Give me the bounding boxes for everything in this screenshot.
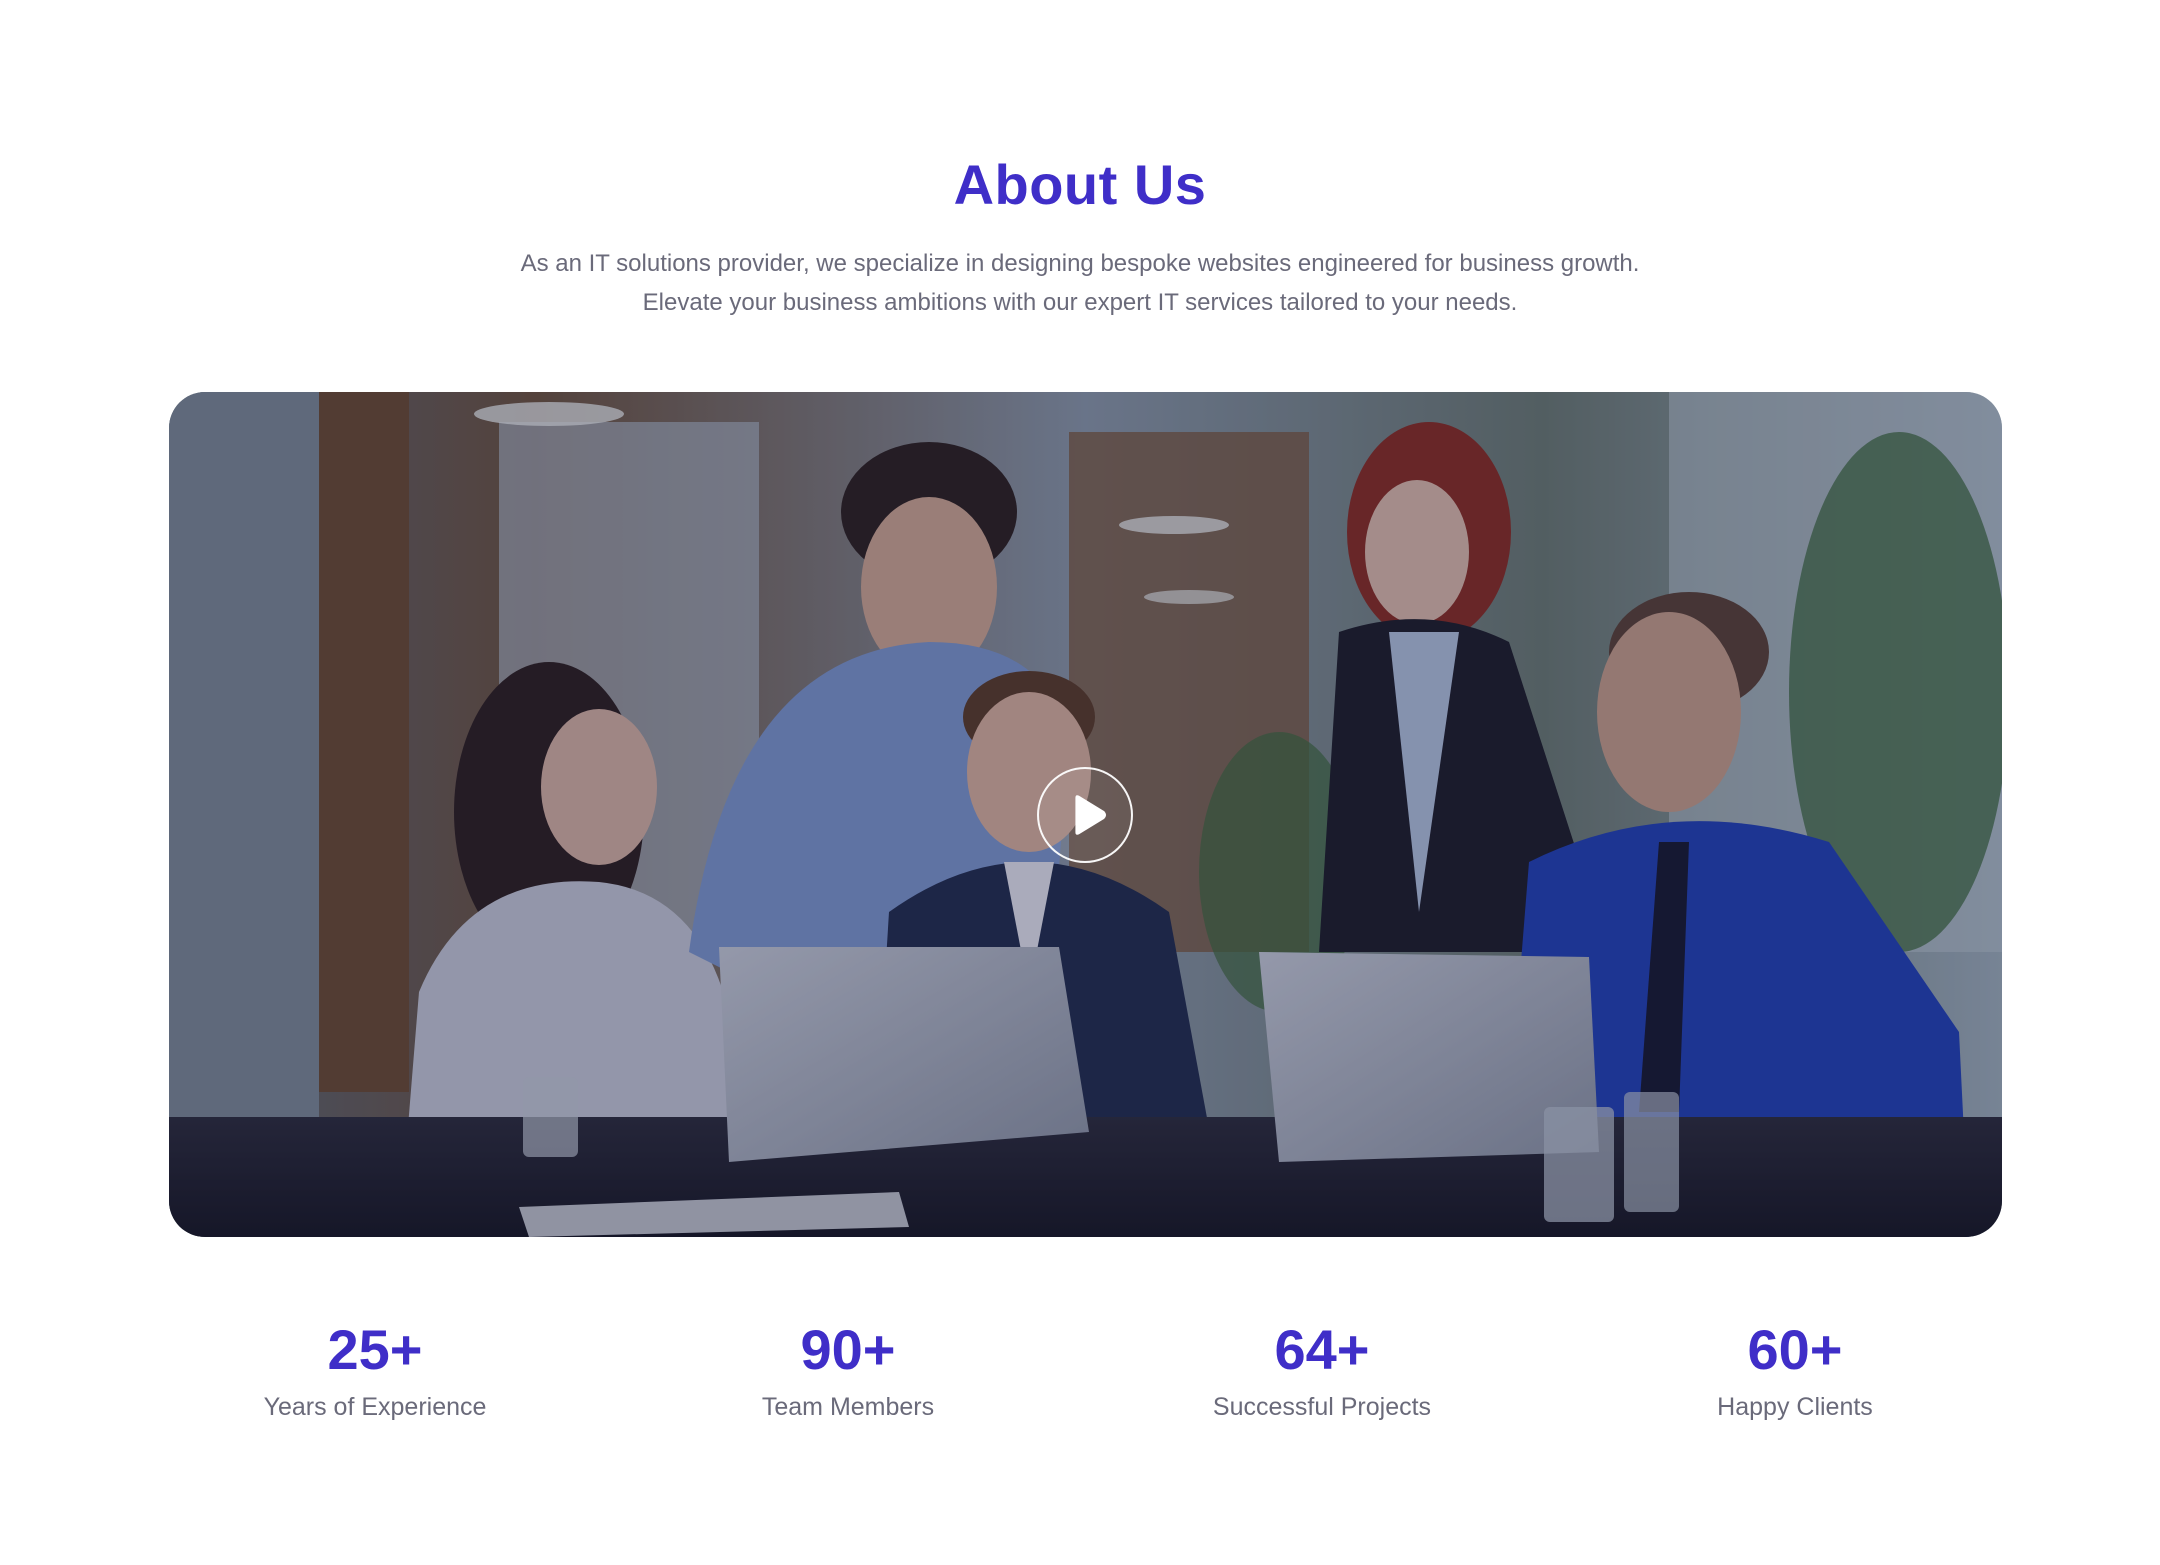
stat-label: Years of Experience [263, 1393, 487, 1421]
subtitle-line-2: Elevate your business ambitions with our… [642, 289, 1518, 316]
stat-label: Team Members [761, 1393, 935, 1421]
stats-row: 25+ Years of Experience 90+ Team Members… [0, 1316, 2160, 1436]
play-button[interactable] [1037, 767, 1133, 863]
subtitle-line-1: As an IT solutions provider, we speciali… [520, 250, 1640, 277]
stat-value: 64+ [1274, 1318, 1370, 1381]
stat-projects: 64+ Successful Projects [1122, 1316, 1522, 1424]
video-thumbnail[interactable] [169, 392, 2002, 1237]
stat-label: Successful Projects [1212, 1393, 1432, 1421]
section-title: About Us [953, 153, 1207, 216]
stat-clients: 60+ Happy Clients [1595, 1316, 1995, 1424]
stat-value: 90+ [800, 1318, 896, 1381]
stat-team: 90+ Team Members [648, 1316, 1048, 1424]
section-subtitle: As an IT solutions provider, we speciali… [0, 244, 2160, 322]
about-section: About Us As an IT solutions provider, we… [0, 0, 2160, 1565]
play-icon [1075, 795, 1107, 835]
stat-experience: 25+ Years of Experience [175, 1316, 575, 1424]
stat-label: Happy Clients [1717, 1393, 1873, 1421]
stat-value: 25+ [327, 1318, 423, 1381]
stat-value: 60+ [1747, 1318, 1843, 1381]
